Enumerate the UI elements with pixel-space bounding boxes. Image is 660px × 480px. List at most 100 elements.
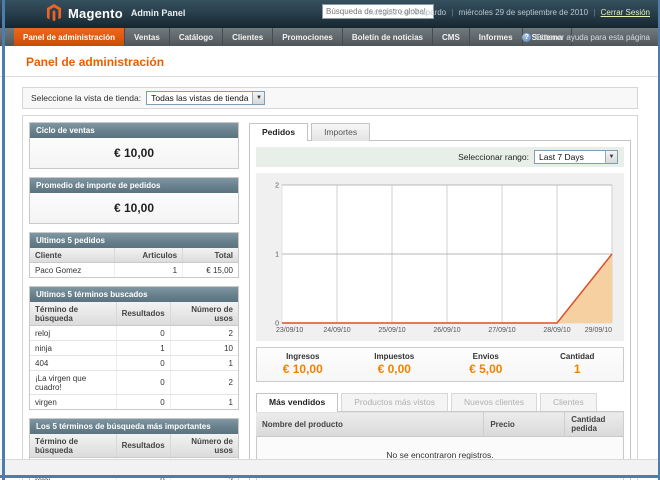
last-search-terms-table: Término de búsquedaResultadosNúmero de u… xyxy=(30,302,238,409)
nav-item-panel-de-administraci-n[interactable]: Panel de administración xyxy=(14,28,125,46)
dashboard-content: Ciclo de ventas € 10,00 Promedio de impo… xyxy=(22,115,638,480)
total-value: € 5,00 xyxy=(440,362,532,376)
user-info: Accedió como apardo | miércoles 29 de se… xyxy=(369,8,650,17)
table-cell: 1 xyxy=(170,356,238,371)
nav-item-promociones[interactable]: Promociones xyxy=(273,28,343,46)
range-label: Seleccionar rango: xyxy=(458,152,529,162)
table-cell: 1 xyxy=(170,395,238,410)
card-title: Ciclo de ventas xyxy=(30,123,238,138)
logo-subtitle: Admin Panel xyxy=(131,8,186,18)
table-cell: 2 xyxy=(170,326,238,341)
table-cell: 404 xyxy=(30,356,116,371)
bottom-tabs: Más vendidosProductos más vistosNuevos c… xyxy=(256,392,624,411)
table-row[interactable]: ninja110 xyxy=(30,341,238,356)
nav-item-cat-logo[interactable]: Catálogo xyxy=(170,28,223,46)
table-cell: 1 xyxy=(116,341,170,356)
dashboard-right-column: PedidosImportes Seleccionar rango: Last … xyxy=(249,122,631,480)
total-impuestos: Impuestos€ 0,00 xyxy=(349,348,441,381)
table-cell: 0 xyxy=(116,326,170,341)
card-value: € 10,00 xyxy=(30,193,238,223)
products-grid: Nombre del productoPrecioCantidad pedida xyxy=(256,411,624,437)
card-value: € 10,00 xyxy=(30,138,238,168)
magento-logo-icon xyxy=(46,4,62,22)
tab-clientes: Clientes xyxy=(540,393,597,411)
last-orders-table: ClienteArticulosTotalPaco Gomez1€ 15,00 xyxy=(30,248,238,277)
card-title: Ultimos 5 pedidos xyxy=(30,233,238,248)
total-ingresos: Ingresos€ 10,00 xyxy=(257,348,349,381)
page-title: Panel de administración xyxy=(26,55,634,69)
footer-strip xyxy=(0,459,660,475)
magento-logo: Magento Admin Panel xyxy=(46,4,185,22)
svg-text:25/09/10: 25/09/10 xyxy=(378,327,405,334)
grid-header-cell: Nombre del producto xyxy=(256,412,484,437)
total-label: Envios xyxy=(440,352,532,361)
svg-text:29/09/10: 29/09/10 xyxy=(585,327,612,334)
help-link[interactable]: ? Obtener ayuda para esta página xyxy=(522,28,650,46)
table-row[interactable]: 40401 xyxy=(30,356,238,371)
table-header-cell: Número de usos xyxy=(170,302,238,326)
separator: | xyxy=(593,8,595,17)
last-search-terms-card: Ultimos 5 términos buscados Término de b… xyxy=(29,286,239,410)
window-frame-left xyxy=(2,0,5,480)
table-header-cell: Resultados xyxy=(116,434,170,458)
separator: | xyxy=(451,8,453,17)
magento-admin-window: Magento Admin Panel Accedió como apardo … xyxy=(0,0,660,480)
nav-item-informes[interactable]: Informes xyxy=(470,28,523,46)
range-select[interactable]: Last 7 Days ▼ xyxy=(534,150,618,164)
grid-header-row: Nombre del productoPrecioCantidad pedida xyxy=(256,412,624,437)
table-header-cell: Resultados xyxy=(116,302,170,326)
store-view-select[interactable]: Todas las vistas de tienda ▼ xyxy=(146,91,265,105)
window-frame-bottom xyxy=(0,475,660,478)
logged-in-as: Accedió como apardo xyxy=(369,8,446,17)
table-cell: ninja xyxy=(30,341,116,356)
table-header-cell: Cliente xyxy=(30,248,115,263)
tab-importes[interactable]: Importes xyxy=(311,123,370,141)
table-cell: 2 xyxy=(170,371,238,395)
card-title: Los 5 términos de búsqueda más important… xyxy=(30,419,238,434)
total-envios: Envios€ 5,00 xyxy=(440,348,532,381)
table-row[interactable]: reloj02 xyxy=(30,326,238,341)
table-header-cell: Total xyxy=(183,248,238,263)
table-header-cell: Número de usos xyxy=(170,434,238,458)
table-cell: 0 xyxy=(116,395,170,410)
main-nav: Panel de administraciónVentasCatálogoCli… xyxy=(0,28,660,46)
range-value: Last 7 Days xyxy=(535,152,605,162)
nav-item-cms[interactable]: CMS xyxy=(433,28,470,46)
store-switcher: Seleccione la vista de tienda: Todas las… xyxy=(22,87,638,109)
total-label: Ingresos xyxy=(257,352,349,361)
tab-m-s-vendidos[interactable]: Más vendidos xyxy=(256,393,338,411)
logout-link[interactable]: Cerrar Sesión xyxy=(601,8,650,17)
nav-item-bolet-n-de-noticias[interactable]: Boletín de noticias xyxy=(343,28,433,46)
average-orders-card: Promedio de importe de pedidos € 10,00 xyxy=(29,177,239,224)
table-header-cell: Término de búsqueda xyxy=(30,434,116,458)
page-head: Panel de administración xyxy=(0,46,660,77)
tab-pedidos[interactable]: Pedidos xyxy=(249,123,308,141)
table-row[interactable]: virgen01 xyxy=(30,395,238,410)
nav-item-ventas[interactable]: Ventas xyxy=(125,28,170,46)
header-bar: Magento Admin Panel Accedió como apardo … xyxy=(0,0,660,28)
total-value: € 10,00 xyxy=(257,362,349,376)
table-cell: 10 xyxy=(170,341,238,356)
nav-item-clientes[interactable]: Clientes xyxy=(223,28,273,46)
table-cell: reloj xyxy=(30,326,116,341)
table-cell: virgen xyxy=(30,395,116,410)
dashboard-left-column: Ciclo de ventas € 10,00 Promedio de impo… xyxy=(29,122,239,480)
lifetime-sales-card: Ciclo de ventas € 10,00 xyxy=(29,122,239,169)
total-label: Impuestos xyxy=(349,352,441,361)
logo-text: Magento xyxy=(68,6,123,21)
diagram-tabs: PedidosImportes xyxy=(249,122,631,141)
total-label: Cantidad xyxy=(532,352,624,361)
table-cell: ¡La virgen que cuadro! xyxy=(30,371,116,395)
chevron-down-icon: ▼ xyxy=(605,151,617,163)
table-cell: € 15,00 xyxy=(183,263,238,278)
table-row[interactable]: ¡La virgen que cuadro!02 xyxy=(30,371,238,395)
chevron-down-icon: ▼ xyxy=(252,92,264,104)
grid-header-cell: Precio xyxy=(484,412,565,437)
help-icon: ? xyxy=(522,33,531,42)
table-row[interactable]: Paco Gomez1€ 15,00 xyxy=(30,263,238,278)
table-header-cell: Articulos xyxy=(115,248,183,263)
table-cell: 0 xyxy=(116,371,170,395)
orders-chart: 01223/09/1024/09/1025/09/1026/09/1027/09… xyxy=(256,173,624,341)
tab-productos-m-s-vistos: Productos más vistos xyxy=(341,393,448,411)
table-cell: Paco Gomez xyxy=(30,263,115,278)
